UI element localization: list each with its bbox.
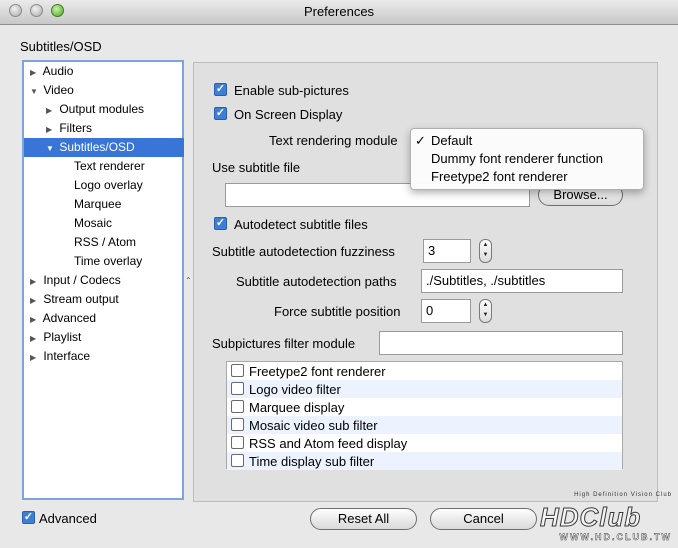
force-position-input[interactable]: 0 [421, 299, 471, 323]
expand-triangle-icon[interactable]: ▶ [30, 63, 40, 82]
checkmark-icon: ✓ [415, 133, 426, 148]
expand-triangle-icon[interactable]: ▶ [30, 310, 40, 329]
text-renderer-dropdown-menu[interactable]: ✓ Default Dummy font renderer function Fr… [410, 128, 644, 190]
force-position-stepper[interactable]: ▲ ▼ [479, 299, 492, 323]
tree-item-text-renderer[interactable]: Text renderer [74, 157, 184, 176]
tree-item-subtitles-osd[interactable]: ▼ Subtitles/OSD [24, 138, 184, 157]
watermark-logo: HDClub [539, 502, 642, 533]
tree-item-output-modules[interactable]: ▶ Output modules [46, 100, 184, 119]
osd-label: On Screen Display [234, 107, 343, 122]
filter-module-input[interactable] [379, 331, 623, 355]
split-handle-icon[interactable]: ⌃ [185, 276, 192, 286]
osd-checkbox[interactable]: ✓ [214, 107, 227, 120]
tree-item-marquee[interactable]: Marquee [74, 195, 184, 214]
menu-item-dummy-renderer[interactable]: Dummy font renderer function [411, 150, 643, 168]
expand-triangle-icon[interactable]: ▶ [46, 120, 56, 139]
fuzziness-input[interactable]: 3 [423, 239, 471, 263]
advanced-checkbox[interactable]: ✓ [22, 511, 35, 524]
expand-triangle-icon[interactable]: ▶ [30, 348, 40, 367]
autodetect-label: Autodetect subtitle files [234, 217, 368, 232]
filter-module-label: Subpictures filter module [212, 336, 356, 351]
window-title: Preferences [303, 4, 375, 19]
list-item[interactable]: RSS and Atom feed display [227, 434, 622, 452]
tree-item-logo-overlay[interactable]: Logo overlay [74, 176, 184, 195]
tree-item-interface[interactable]: ▶ Interface [30, 347, 184, 366]
tree-item-filters[interactable]: ▶ Filters [46, 119, 184, 138]
watermark-url: WWW.HD.CLUB.TW [559, 532, 672, 542]
reset-all-button[interactable]: Reset All [310, 508, 417, 530]
fuzziness-stepper[interactable]: ▲ ▼ [479, 239, 492, 263]
category-tree[interactable]: ▶ Audio ▼ Video ▶ Output modules ▶ Filte… [22, 60, 184, 500]
menu-item-freetype2[interactable]: Freetype2 font renderer [411, 168, 643, 186]
use-subtitle-file-label: Use subtitle file [212, 160, 301, 175]
title-bar: Preferences [0, 0, 678, 25]
collapse-triangle-icon[interactable]: ▼ [46, 139, 56, 158]
paths-input[interactable]: ./Subtitles, ./subtitles [421, 269, 623, 293]
filter-checkbox[interactable] [231, 454, 244, 467]
tree-item-stream-output[interactable]: ▶ Stream output [30, 290, 184, 309]
collapse-triangle-icon[interactable]: ▼ [30, 82, 40, 101]
tree-item-input-codecs[interactable]: ▶ Input / Codecs [30, 271, 184, 290]
tree-item-time-overlay[interactable]: Time overlay [74, 252, 184, 271]
expand-triangle-icon[interactable]: ▶ [46, 101, 56, 120]
watermark-tagline: High Definition Vision Club [574, 492, 672, 498]
enable-subpictures-checkbox[interactable]: ✓ [214, 83, 227, 96]
list-item[interactable]: Time display sub filter [227, 452, 622, 470]
filter-list[interactable]: Freetype2 font renderer Logo video filte… [226, 361, 623, 470]
tree-item-audio[interactable]: ▶ Audio [30, 62, 184, 81]
expand-triangle-icon[interactable]: ▶ [30, 291, 40, 310]
filter-checkbox[interactable] [231, 382, 244, 395]
tree-item-advanced[interactable]: ▶ Advanced [30, 309, 184, 328]
tree-item-video[interactable]: ▼ Video [30, 81, 184, 100]
tree-item-rss-atom[interactable]: RSS / Atom [74, 233, 184, 252]
tree-item-mosaic[interactable]: Mosaic [74, 214, 184, 233]
cancel-button[interactable]: Cancel [430, 508, 537, 530]
menu-item-default[interactable]: ✓ Default [411, 132, 643, 150]
filter-checkbox[interactable] [231, 400, 244, 413]
list-item[interactable]: Logo video filter [227, 380, 622, 398]
expand-triangle-icon[interactable]: ▶ [30, 329, 40, 348]
hdclub-watermark: High Definition Vision Club HDClub WWW.H… [539, 492, 672, 544]
list-item[interactable]: Mosaic video sub filter [227, 416, 622, 434]
advanced-label: Advanced [39, 511, 97, 526]
list-item[interactable]: Marquee display [227, 398, 622, 416]
tree-item-playlist[interactable]: ▶ Playlist [30, 328, 184, 347]
expand-triangle-icon[interactable]: ▶ [30, 272, 40, 291]
enable-subpictures-label: Enable sub-pictures [234, 83, 349, 98]
paths-label: Subtitle autodetection paths [236, 274, 397, 289]
filter-checkbox[interactable] [231, 436, 244, 449]
fuzziness-label: Subtitle autodetection fuzziness [212, 244, 395, 259]
force-position-label: Force subtitle position [274, 304, 401, 319]
autodetect-checkbox[interactable]: ✓ [214, 217, 227, 230]
text-rendering-module-label: Text rendering module [269, 133, 398, 148]
section-title: Subtitles/OSD [20, 39, 102, 54]
filter-checkbox[interactable] [231, 418, 244, 431]
list-item[interactable]: Freetype2 font renderer [227, 362, 622, 380]
filter-checkbox[interactable] [231, 364, 244, 377]
